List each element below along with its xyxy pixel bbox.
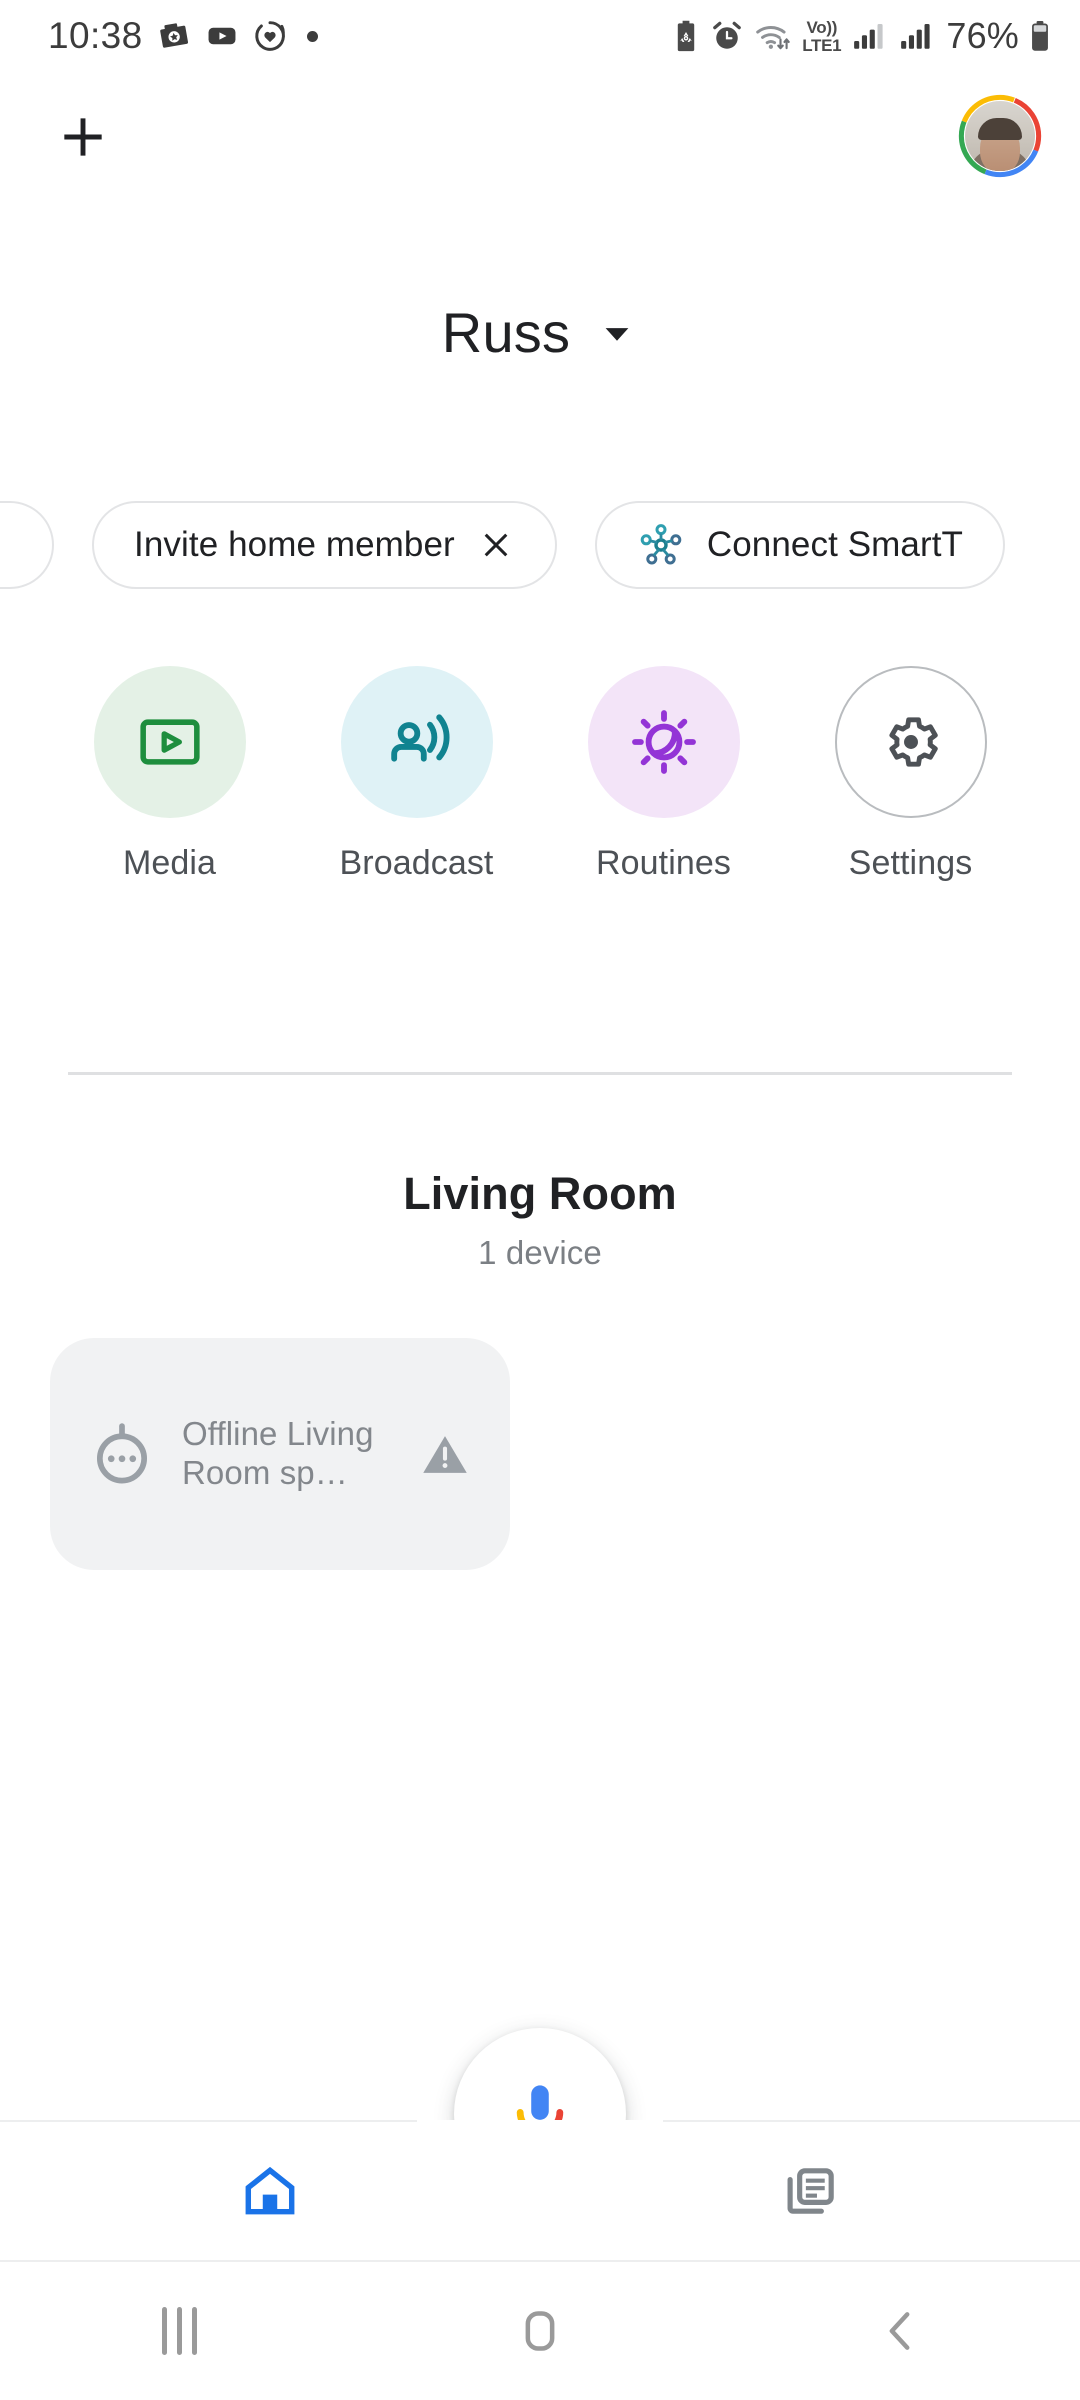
- google-home-app-screen: 10:38 Vo)) LTE1 76% Russ Invite home mem…: [0, 0, 1080, 2400]
- youtube-icon: [208, 27, 236, 45]
- sysnav-back-button[interactable]: [720, 2304, 1080, 2358]
- chip-previous-partial[interactable]: [0, 501, 54, 589]
- avatar[interactable]: [958, 94, 1042, 178]
- status-bar-left: 10:38: [48, 15, 318, 57]
- bottom-nav-home-tab[interactable]: [0, 2160, 540, 2222]
- device-card-living-room-speaker[interactable]: Offline Living Room sp…: [50, 1338, 510, 1570]
- chip-connect-smartthings[interactable]: Connect SmartT: [594, 501, 1006, 589]
- chip-invite-home-member[interactable]: Invite home member: [92, 501, 557, 589]
- quick-action-label: Broadcast: [339, 844, 494, 882]
- feed-icon: [787, 2168, 834, 2214]
- recents-icon: [162, 2307, 198, 2355]
- status-bar: 10:38 Vo)) LTE1 76%: [0, 0, 1080, 72]
- settings-bubble: [834, 666, 987, 818]
- wifi-data-icon: [756, 25, 791, 50]
- bottom-navigation-bar: [0, 2120, 1080, 2260]
- add-device-button[interactable]: [48, 102, 118, 172]
- bottom-nav-feed-tab[interactable]: [540, 2160, 1080, 2222]
- routines-bubble: [587, 666, 740, 818]
- section-divider: [68, 1072, 1012, 1075]
- quick-action-media[interactable]: Media: [77, 666, 263, 883]
- room-device-count: 1 device: [478, 1234, 602, 1271]
- routines-sun-moon-icon: [631, 710, 696, 774]
- broadcast-bubble: [340, 666, 493, 818]
- status-bar-clock: 10:38: [48, 15, 143, 56]
- battery-saver-icon: [678, 20, 695, 52]
- home-icon: [245, 2166, 295, 2215]
- device-label: Offline Living Room sp…: [182, 1415, 394, 1492]
- alarm-icon: [713, 21, 742, 49]
- signal-bars-sim1: [854, 23, 883, 49]
- broadcast-icon: [390, 714, 450, 762]
- quick-actions-row: Media Broadcast Routines Settings: [0, 666, 1080, 883]
- sysnav-home-button[interactable]: [360, 2304, 720, 2358]
- system-navigation-bar: [0, 2260, 1080, 2400]
- volte-indicator: Vo)) LTE1: [802, 17, 842, 55]
- quick-action-label: Media: [122, 844, 217, 882]
- room-header: Living Room 1 device: [0, 1168, 1080, 1272]
- back-chevron-icon: [889, 2312, 910, 2350]
- quick-action-label: Routines: [596, 844, 731, 882]
- chip-label: Connect SmartT: [706, 525, 964, 564]
- battery-icon: [1032, 20, 1048, 51]
- media-bubble: [93, 666, 246, 818]
- chip-label: Invite home member: [134, 525, 455, 564]
- status-bar-right: Vo)) LTE1 76%: [671, 15, 1052, 57]
- media-play-icon: [139, 719, 200, 765]
- quick-action-settings[interactable]: Settings: [818, 666, 1004, 883]
- heart-sync-icon: [254, 21, 285, 51]
- device-status: Offline: [182, 1415, 278, 1453]
- signal-bars-sim2: [901, 23, 930, 49]
- home-square-icon: [525, 2311, 555, 2351]
- battery-percent-label: 76%: [946, 15, 1019, 56]
- quick-action-broadcast[interactable]: Broadcast: [324, 666, 510, 883]
- dot-indicator: [306, 30, 318, 42]
- smartthings-icon: [640, 524, 682, 565]
- home-selector[interactable]: Russ: [0, 300, 1080, 365]
- avatar-photo: [965, 101, 1035, 171]
- chevron-down-icon: [605, 327, 629, 341]
- gear-icon: [888, 717, 938, 767]
- speaker-icon: [96, 1423, 148, 1484]
- plus-icon: [64, 118, 102, 156]
- quick-action-routines[interactable]: Routines: [571, 666, 757, 883]
- quick-action-label: Settings: [848, 844, 973, 882]
- room-name: Living Room: [403, 1168, 677, 1219]
- device-grid: Offline Living Room sp…: [50, 1338, 510, 1570]
- app-bar: [0, 72, 1080, 200]
- sysnav-recents-button[interactable]: [0, 2307, 360, 2355]
- close-icon[interactable]: [477, 526, 515, 564]
- warning-triangle-icon: [423, 1436, 467, 1473]
- page-title: Russ: [441, 301, 571, 364]
- photos-icon: [159, 23, 188, 48]
- suggestion-chip-row[interactable]: Invite home member Connect SmartT: [0, 492, 1080, 598]
